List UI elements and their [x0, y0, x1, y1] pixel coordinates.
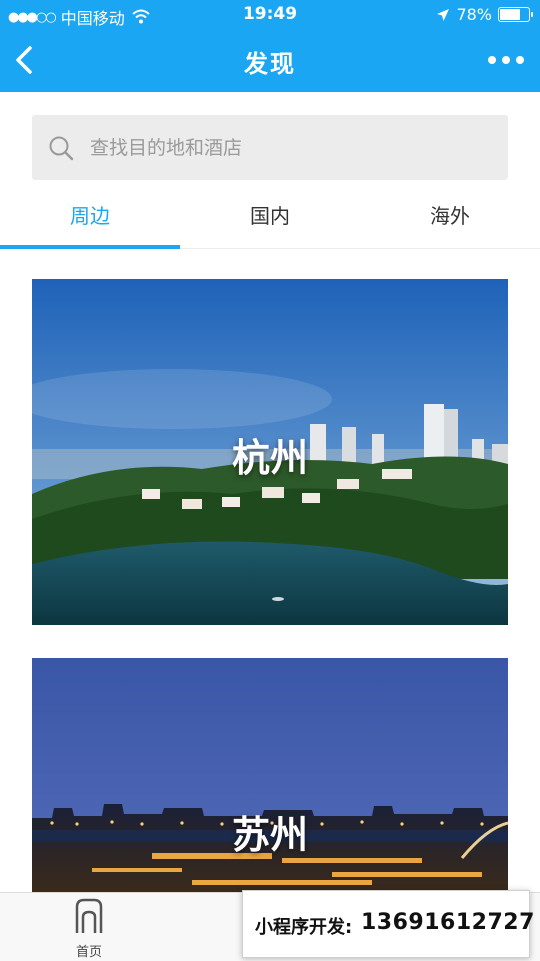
- tabbar-item-home[interactable]: 首页: [58, 897, 120, 960]
- tab-overseas[interactable]: 海外: [360, 188, 540, 246]
- battery-fill: [500, 9, 520, 20]
- header: ●●●○○ 中国移动 19:49 78% 发现: [0, 0, 540, 92]
- status-bar: ●●●○○ 中国移动 19:49 78%: [0, 0, 540, 30]
- region-tabs: 周边 国内 海外: [0, 188, 540, 249]
- search-box[interactable]: [32, 115, 508, 180]
- home-icon: [75, 898, 103, 933]
- battery-icon: [498, 7, 533, 22]
- banner-phone: 13691612727: [361, 910, 535, 935]
- contact-banner: 小程序开发: 13691612727: [242, 890, 534, 958]
- destination-card-hangzhou[interactable]: 杭州: [32, 279, 508, 625]
- card-city-label: 杭州: [231, 436, 308, 480]
- nav-bar: 发现: [0, 30, 540, 92]
- card-city-label: 苏州: [231, 813, 308, 857]
- destination-card-suzhou[interactable]: 苏州: [32, 658, 508, 892]
- tabbar-home-label: 首页: [75, 945, 102, 960]
- location-arrow-icon: [437, 8, 450, 21]
- page-title: 发现: [244, 50, 296, 78]
- search-icon: [49, 136, 74, 161]
- more-button[interactable]: [486, 48, 526, 72]
- banner-prefix: 小程序开发:: [255, 917, 353, 938]
- search-input[interactable]: [88, 131, 492, 165]
- tab-domestic[interactable]: 国内: [180, 188, 360, 246]
- tab-nearby[interactable]: 周边: [0, 188, 180, 246]
- battery-percent: 78%: [456, 5, 492, 24]
- active-tab-indicator: [0, 245, 180, 249]
- more-dots-icon: [488, 56, 524, 64]
